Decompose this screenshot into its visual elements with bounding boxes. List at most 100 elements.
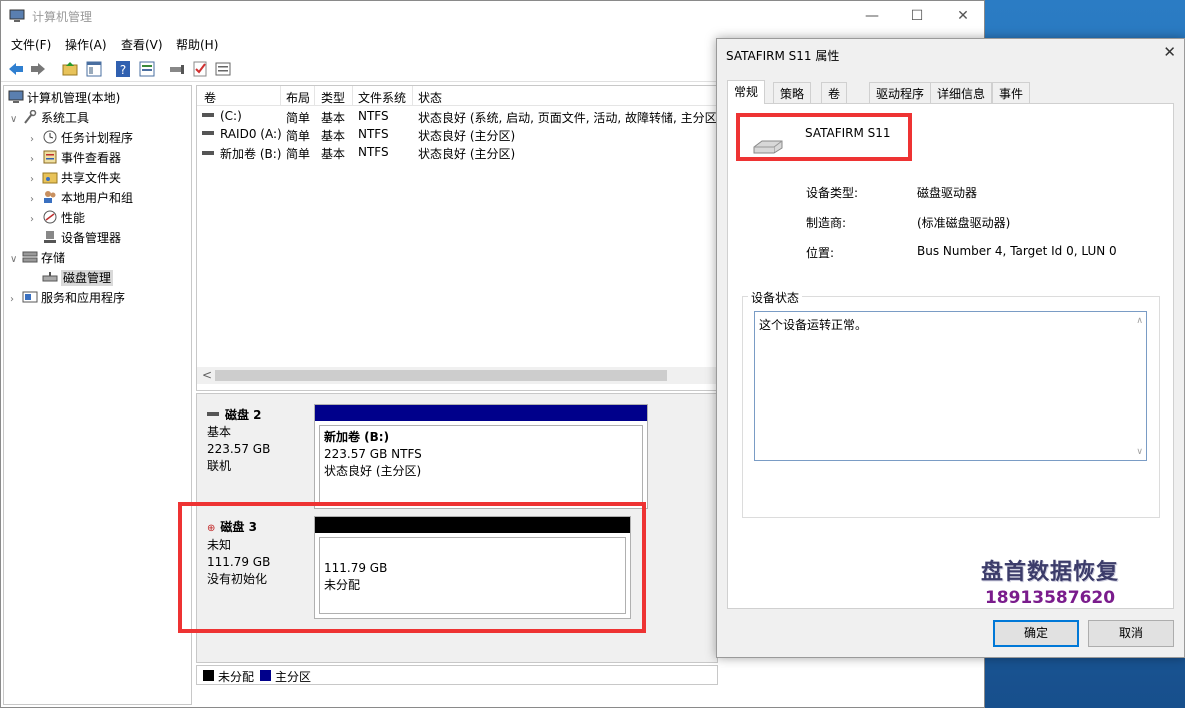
column-filesystem[interactable]: 文件系统: [358, 89, 406, 106]
chevron-right-icon[interactable]: ›: [30, 210, 42, 230]
tree-item-storage[interactable]: ∨ 存储: [10, 248, 65, 268]
chevron-right-icon[interactable]: ›: [30, 150, 42, 170]
dialog-title: SATAFIRM S11 属性: [726, 49, 840, 63]
column-status[interactable]: 状态: [418, 89, 442, 106]
device-status-textbox[interactable]: 这个设备运转正常。 ∧ ∨: [754, 311, 1147, 461]
help-icon[interactable]: ?: [114, 60, 132, 78]
scroll-up-icon[interactable]: ∧: [1136, 316, 1143, 326]
tools-icon: [24, 110, 37, 124]
dialog-close-button[interactable]: ✕: [1163, 43, 1176, 61]
show-hide-tree-icon[interactable]: [85, 60, 103, 78]
navigation-tree: 计算机管理(本地) ∨ 系统工具 › 任务计划程序 › 事件查看器 › 共享文件夹 › 本…: [3, 85, 192, 705]
storage-icon: [22, 251, 38, 263]
chevron-down-icon[interactable]: ∨: [10, 250, 22, 270]
horizontal-scrollbar[interactable]: <: [197, 367, 717, 384]
drive-icon: [202, 131, 214, 135]
chevron-right-icon[interactable]: ›: [30, 170, 42, 190]
tab-policies[interactable]: 策略: [773, 82, 812, 103]
title-bar: 计算机管理 — ☐ ✕: [1, 1, 984, 32]
tab-driver[interactable]: 驱动程序: [869, 82, 932, 103]
disk-management-icon: [42, 272, 58, 282]
device-type-label: 设备类型:: [806, 186, 859, 200]
tab-events[interactable]: 事件: [992, 82, 1031, 103]
disk-2-label[interactable]: 磁盘 2 基本 223.57 GB 联机: [207, 407, 317, 475]
forward-arrow-icon[interactable]: [29, 60, 47, 78]
tree-item-event-viewer[interactable]: › 事件查看器: [30, 148, 121, 168]
column-divider[interactable]: [352, 86, 353, 106]
menu-file[interactable]: 文件(F): [11, 36, 51, 53]
disk-icon: [207, 412, 219, 416]
performance-icon: [43, 210, 57, 224]
location-label: 位置:: [806, 246, 835, 260]
chevron-right-icon[interactable]: ›: [30, 190, 42, 210]
svg-text:?: ?: [120, 63, 126, 77]
manufacturer-value: (标准磁盘驱动器): [917, 216, 1011, 230]
scrollbar-thumb[interactable]: [215, 370, 667, 381]
legend-unallocated-swatch: [203, 670, 214, 681]
tab-content-general: SATAFIRM S11 设备类型: 磁盘驱动器 制造商: (标准磁盘驱动器) …: [727, 103, 1174, 609]
menu-view[interactable]: 查看(V): [121, 36, 163, 53]
tree-item-local-users[interactable]: › 本地用户和组: [30, 188, 133, 208]
volume-list: 卷 布局 类型 文件系统 状态 (C:) 简单 基本 NTFS 状态良好 (系统…: [196, 85, 718, 391]
scroll-left-button[interactable]: <: [202, 367, 212, 384]
window-title: 计算机管理: [32, 10, 93, 24]
column-divider[interactable]: [314, 86, 315, 106]
watermark: 盘首数据恢复 18913587620: [980, 560, 1119, 608]
column-divider[interactable]: [280, 86, 281, 106]
device-status-label: 设备状态: [748, 289, 803, 306]
menu-action[interactable]: 操作(A): [65, 36, 107, 53]
tree-item-task-scheduler[interactable]: › 任务计划程序: [30, 128, 133, 148]
menu-help[interactable]: 帮助(H): [176, 36, 218, 53]
maximize-button[interactable]: ☐: [894, 1, 940, 32]
cancel-button[interactable]: 取消: [1088, 620, 1174, 647]
column-type[interactable]: 类型: [321, 89, 345, 106]
legend-unallocated-label: 未分配: [218, 670, 255, 684]
chevron-right-icon[interactable]: ›: [10, 290, 22, 310]
tree-item-device-manager[interactable]: 设备管理器: [42, 228, 121, 248]
partition-b[interactable]: 新加卷 (B:) 223.57 GB NTFS 状态良好 (主分区): [314, 404, 648, 509]
shared-folder-icon: [42, 172, 58, 184]
computer-management-icon: [8, 90, 24, 103]
tree-item-disk-management[interactable]: 磁盘管理: [42, 268, 114, 288]
tab-volumes[interactable]: 卷: [821, 82, 848, 103]
highlight-device-name: [736, 113, 912, 161]
column-layout[interactable]: 布局: [286, 89, 310, 106]
chevron-down-icon[interactable]: ∨: [10, 110, 22, 130]
table-row[interactable]: RAID0 (A:) 简单 基本 NTFS 状态良好 (主分区): [197, 126, 717, 144]
tree-item-computer-management[interactable]: 计算机管理(本地): [8, 88, 120, 108]
tree-item-system-tools[interactable]: ∨ 系统工具: [10, 108, 89, 128]
tree-item-services-apps[interactable]: › 服务和应用程序: [10, 288, 125, 308]
services-icon: [22, 291, 38, 303]
drive-icon: [202, 151, 214, 155]
computer-management-icon: [9, 9, 25, 22]
users-icon: [44, 191, 56, 203]
up-folder-icon[interactable]: [61, 60, 79, 78]
column-divider[interactable]: [412, 86, 413, 106]
properties-icon[interactable]: [138, 60, 156, 78]
minimize-button[interactable]: —: [849, 1, 895, 32]
legend-primary-swatch: [260, 670, 271, 681]
check-icon[interactable]: [191, 60, 209, 78]
scroll-down-icon[interactable]: ∨: [1136, 447, 1143, 457]
tab-details[interactable]: 详细信息: [930, 82, 993, 103]
tab-general[interactable]: 常规: [727, 80, 766, 104]
primary-partition-bar: [315, 405, 647, 421]
highlight-disk-3: [178, 502, 646, 633]
tree-item-shared-folders[interactable]: › 共享文件夹: [30, 168, 121, 188]
properties-dialog: SATAFIRM S11 属性 ✕ 常规 策略 卷 驱动程序 详细信息 事件 S…: [716, 38, 1185, 658]
legend: 未分配 主分区: [196, 665, 718, 685]
table-row[interactable]: 新加卷 (B:) 简单 基本 NTFS 状态良好 (主分区): [197, 144, 717, 162]
manufacturer-label: 制造商:: [806, 216, 847, 230]
tree-item-performance[interactable]: › 性能: [30, 208, 85, 228]
event-viewer-icon: [43, 150, 57, 164]
drive-icon: [202, 113, 214, 117]
column-volume[interactable]: 卷: [204, 89, 216, 106]
back-arrow-icon[interactable]: [7, 60, 25, 78]
chevron-right-icon[interactable]: ›: [30, 130, 42, 150]
close-button[interactable]: ✕: [940, 1, 986, 32]
device-type-value: 磁盘驱动器: [917, 186, 978, 200]
connect-icon[interactable]: [168, 60, 186, 78]
export-list-icon[interactable]: [214, 60, 232, 78]
ok-button[interactable]: 确定: [993, 620, 1079, 647]
table-row[interactable]: (C:) 简单 基本 NTFS 状态良好 (系统, 启动, 页面文件, 活动, …: [197, 108, 717, 126]
